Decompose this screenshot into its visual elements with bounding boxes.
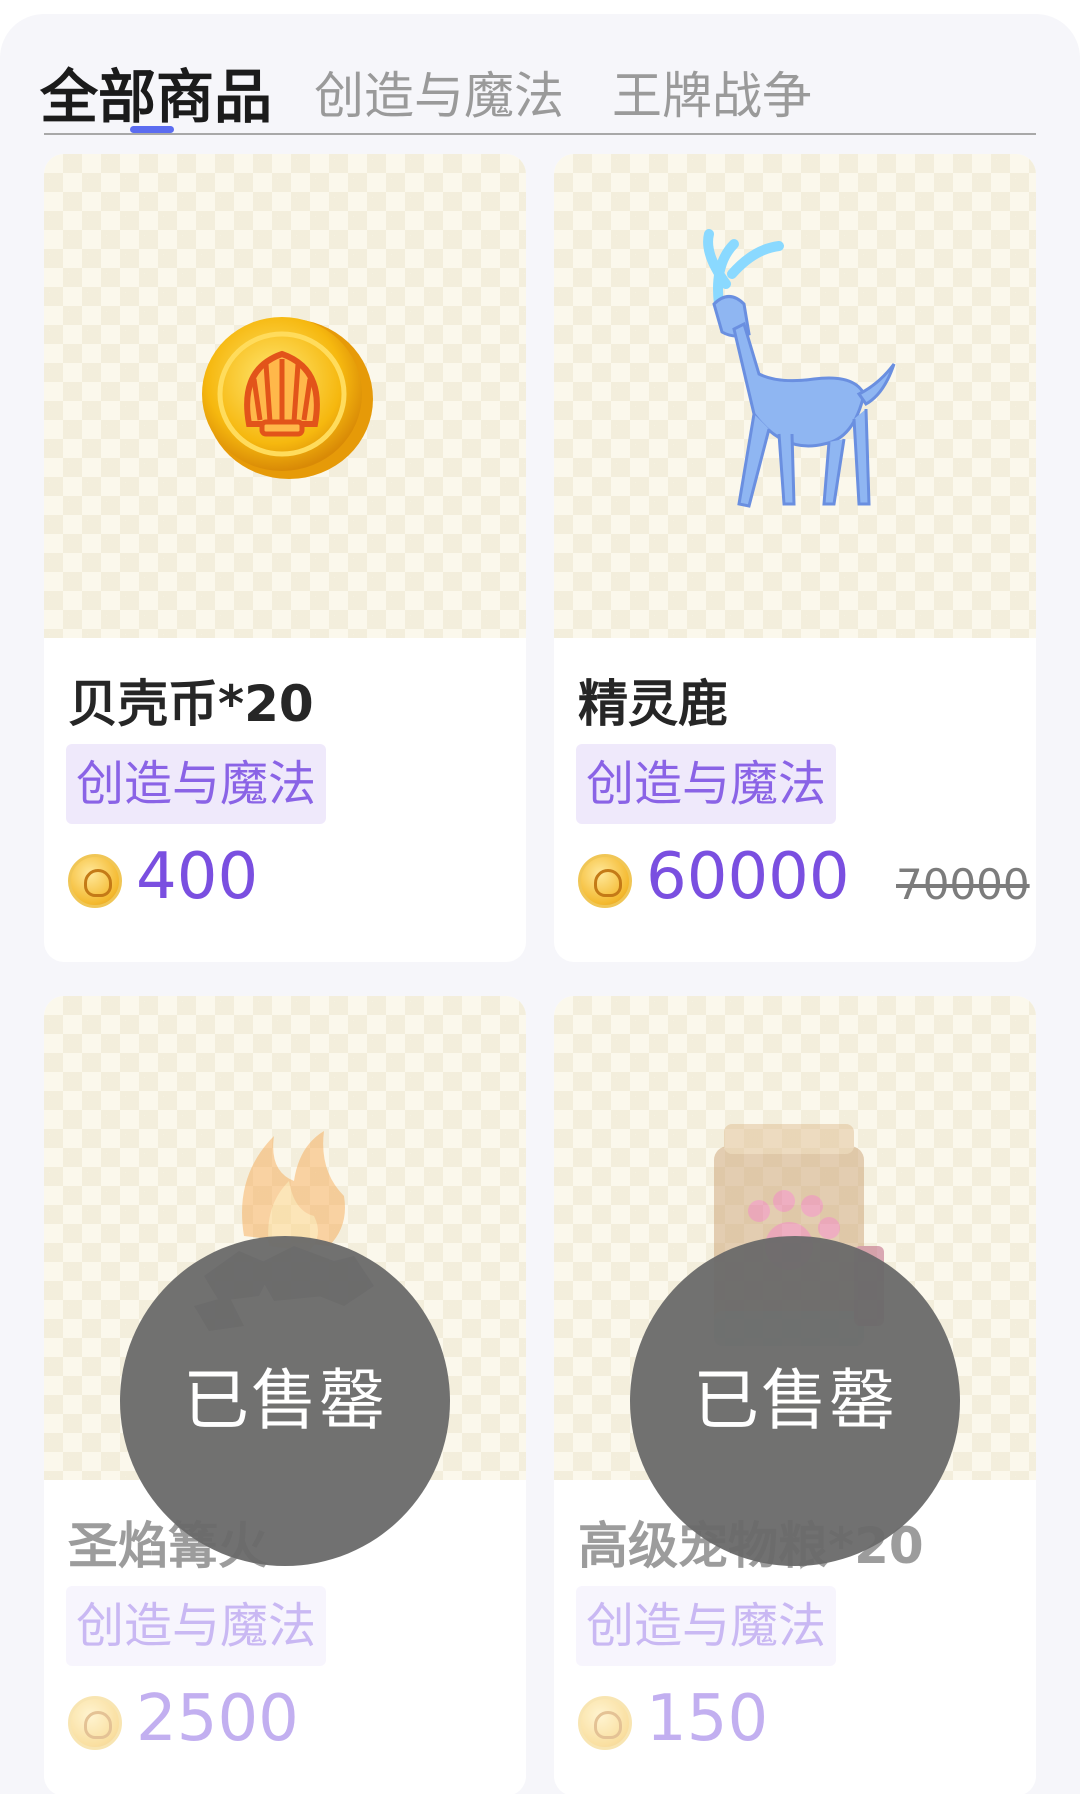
shop-panel: 全部商品 创造与魔法 王牌战争 贝壳币*20 创造与魔法 400 精灵鹿 创造与…: [0, 14, 1080, 1796]
active-tab-indicator: [130, 126, 174, 133]
sold-out-badge: 已售罄: [120, 1236, 450, 1566]
product-image: [44, 154, 526, 638]
tab-divider: [44, 133, 1036, 135]
original-price: 70000: [896, 860, 1030, 909]
game-tag: 创造与魔法: [576, 1586, 837, 1666]
product-info: 贝壳币*20 创造与魔法 400: [44, 638, 526, 958]
spirit-deer-icon: [703, 229, 896, 508]
product-image: [554, 154, 1036, 638]
product-price: 400: [136, 840, 259, 914]
product-price: 2500: [136, 1682, 299, 1756]
tab-creation-and-magic[interactable]: 创造与魔法: [314, 56, 564, 128]
product-name: 贝壳币*20: [68, 675, 314, 733]
sold-out-badge: 已售罄: [630, 1236, 960, 1566]
coin-icon: [578, 854, 632, 908]
game-tag: 创造与魔法: [66, 1586, 327, 1666]
coin-icon: [68, 854, 122, 908]
coin-icon: [578, 1696, 632, 1750]
product-name: 精灵鹿: [578, 675, 728, 733]
game-tag: 创造与魔法: [576, 744, 837, 824]
product-price: 60000: [646, 840, 850, 914]
game-tag: 创造与魔法: [66, 744, 327, 824]
product-info: 精灵鹿 创造与魔法 60000 70000: [554, 638, 1036, 958]
coin-icon: [68, 1696, 122, 1750]
shell-coin-icon: [202, 317, 373, 479]
tab-ace-war[interactable]: 王牌战争: [612, 56, 812, 128]
product-card[interactable]: 精灵鹿 创造与魔法 60000 70000: [554, 154, 1036, 962]
product-price: 150: [646, 1682, 769, 1756]
tab-all-products[interactable]: 全部商品: [40, 50, 272, 134]
product-card[interactable]: 贝壳币*20 创造与魔法 400: [44, 154, 526, 962]
